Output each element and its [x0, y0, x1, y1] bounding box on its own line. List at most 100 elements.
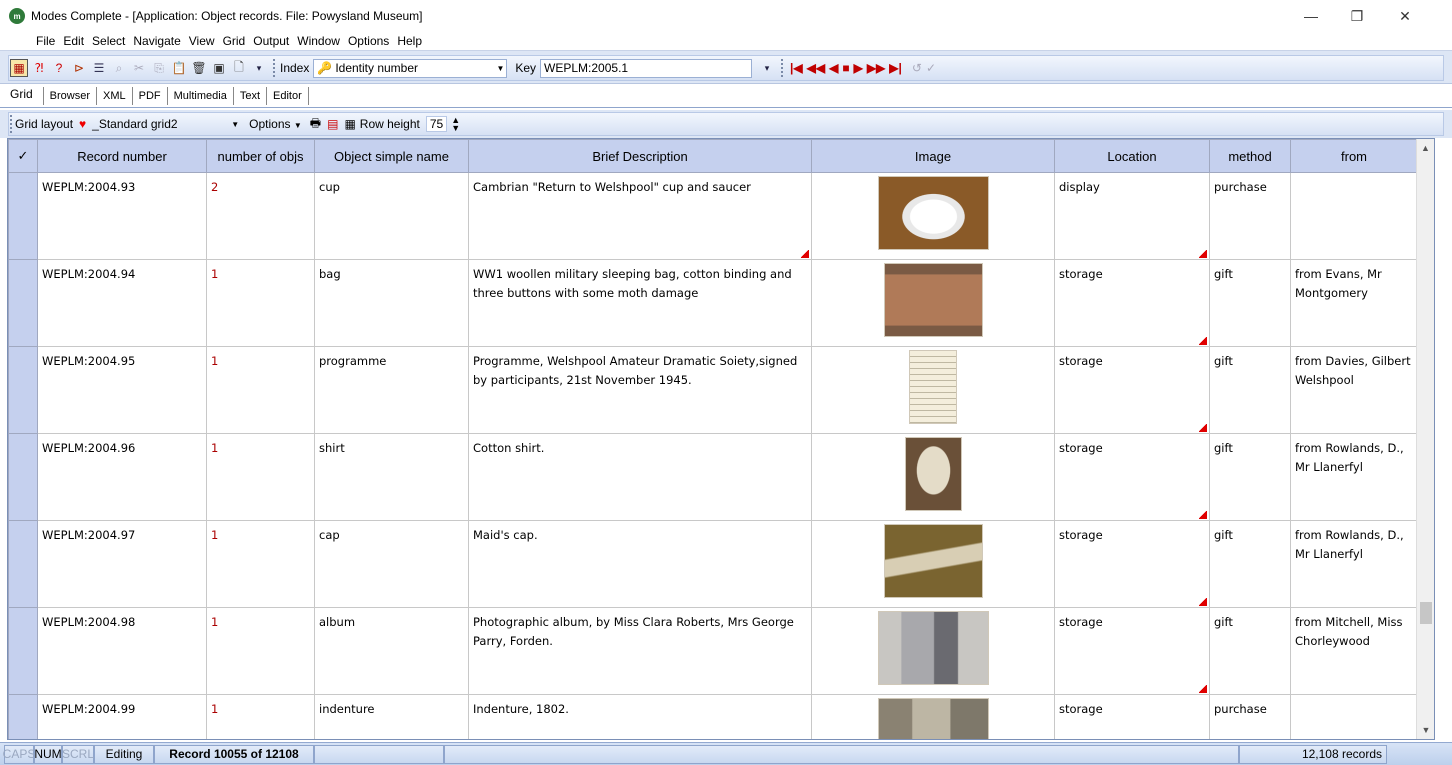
description-cell[interactable]: Cotton shirt. [468, 433, 812, 521]
method-cell[interactable]: purchase [1209, 172, 1291, 260]
menu-select[interactable]: Select [88, 34, 129, 48]
tab-pdf[interactable]: PDF [133, 87, 168, 105]
scroll-up-icon[interactable]: ▲ [1417, 139, 1434, 157]
list-icon[interactable]: ☰ [90, 59, 108, 77]
grid-mode-icon[interactable]: ▦ [10, 59, 28, 77]
tab-xml[interactable]: XML [97, 87, 133, 105]
image-cell[interactable] [811, 520, 1055, 608]
table-row[interactable]: WEPLM:2004.95 1 programme Programme, Wel… [8, 346, 1418, 434]
object-name-cell[interactable]: bag [314, 259, 469, 347]
column-header-location[interactable]: Location [1054, 139, 1210, 173]
search-icon[interactable]: ⌕ [110, 59, 128, 77]
query-icon[interactable]: ? [50, 59, 68, 77]
export-icon[interactable]: ▤ [327, 117, 338, 131]
menu-options[interactable]: Options [344, 34, 393, 48]
record-number-cell[interactable]: WEPLM:2004.96 [37, 433, 207, 521]
first-record-icon[interactable]: |◀ [790, 61, 803, 75]
column-header-record-number[interactable]: Record number [37, 139, 207, 173]
column-header-number-of-objs[interactable]: number of objs [206, 139, 315, 173]
number-of-objs-cell[interactable]: 1 [206, 520, 315, 608]
menu-navigate[interactable]: Navigate [129, 34, 184, 48]
row-selector[interactable] [8, 433, 38, 521]
image-cell[interactable] [811, 433, 1055, 521]
description-cell[interactable]: Photographic album, by Miss Clara Robert… [468, 607, 812, 695]
description-cell[interactable]: WW1 woollen military sleeping bag, cotto… [468, 259, 812, 347]
number-of-objs-cell[interactable]: 1 [206, 346, 315, 434]
number-of-objs-cell[interactable]: 1 [206, 259, 315, 347]
find-icon[interactable]: ⁈ [30, 59, 48, 77]
image-cell[interactable] [811, 259, 1055, 347]
row-height-stepper[interactable]: ▲ ▼ [451, 116, 460, 133]
column-header-method[interactable]: method [1209, 139, 1291, 173]
record-number-cell[interactable]: WEPLM:2004.99 [37, 694, 207, 739]
description-cell[interactable]: Programme, Welshpool Amateur Dramatic So… [468, 346, 812, 434]
last-record-icon[interactable]: ▶| [889, 61, 902, 75]
object-name-cell[interactable]: shirt [314, 433, 469, 521]
row-selector[interactable] [8, 346, 38, 434]
minimize-button[interactable]: — [1288, 0, 1334, 32]
object-name-cell[interactable]: cap [314, 520, 469, 608]
restore-button[interactable]: ❐ [1334, 0, 1380, 32]
method-cell[interactable]: purchase [1209, 694, 1291, 739]
method-cell[interactable]: gift [1209, 259, 1291, 347]
method-cell[interactable]: gift [1209, 520, 1291, 608]
from-cell[interactable]: from Rowlands, D., Mr Llanerfyl [1290, 520, 1418, 608]
from-cell[interactable] [1290, 694, 1418, 739]
object-name-cell[interactable]: cup [314, 172, 469, 260]
number-of-objs-cell[interactable]: 1 [206, 694, 315, 739]
prev-record-icon[interactable]: ◀ [829, 61, 838, 75]
record-number-cell[interactable]: WEPLM:2004.97 [37, 520, 207, 608]
description-cell[interactable]: Maid's cap. [468, 520, 812, 608]
cut-icon[interactable]: ✂ [130, 59, 148, 77]
description-cell[interactable]: Indenture, 1802. [468, 694, 812, 739]
table-row[interactable]: WEPLM:2004.96 1 shirt Cotton shirt. stor… [8, 433, 1418, 521]
options-button[interactable]: Options ▼ [249, 117, 302, 131]
table-row[interactable]: WEPLM:2004.94 1 bag WW1 woollen military… [8, 259, 1418, 347]
location-cell[interactable]: storage [1054, 520, 1210, 608]
key-input[interactable]: WEPLM:2005.1 [540, 58, 753, 78]
image-cell[interactable] [811, 172, 1055, 260]
tab-multimedia[interactable]: Multimedia [168, 87, 234, 105]
menu-file[interactable]: File [32, 34, 59, 48]
tab-editor[interactable]: Editor [267, 87, 309, 105]
row-selector[interactable] [8, 694, 38, 739]
record-number-cell[interactable]: WEPLM:2004.94 [37, 259, 207, 347]
location-cell[interactable]: storage [1054, 433, 1210, 521]
menu-help[interactable]: Help [393, 34, 426, 48]
select-all-header[interactable]: ✓ [8, 139, 38, 173]
tab-grid[interactable]: Grid [4, 84, 43, 105]
method-cell[interactable]: gift [1209, 346, 1291, 434]
menu-window[interactable]: Window [293, 34, 344, 48]
row-selector[interactable] [8, 520, 38, 608]
row-selector[interactable] [8, 172, 38, 260]
index-select[interactable]: 🔑 Identity number ▼ [313, 58, 508, 78]
table-row[interactable]: WEPLM:2004.97 1 cap Maid's cap. storage … [8, 520, 1418, 608]
next-page-icon[interactable]: ▶▶ [867, 61, 885, 75]
record-number-cell[interactable]: WEPLM:2004.95 [37, 346, 207, 434]
from-cell[interactable]: from Rowlands, D., Mr Llanerfyl [1290, 433, 1418, 521]
method-cell[interactable]: gift [1209, 433, 1291, 521]
vertical-scrollbar[interactable]: ▲ ▼ [1416, 139, 1434, 739]
menu-output[interactable]: Output [249, 34, 293, 48]
object-name-cell[interactable]: programme [314, 346, 469, 434]
from-cell[interactable] [1290, 172, 1418, 260]
columns-icon[interactable]: ▦ [344, 117, 355, 131]
new-record-icon[interactable]: 🗋 [230, 59, 248, 77]
prev-page-icon[interactable]: ◀◀ [807, 61, 825, 75]
location-cell[interactable]: storage [1054, 607, 1210, 695]
column-header-object-simple-name[interactable]: Object simple name [314, 139, 469, 173]
object-name-cell[interactable]: album [314, 607, 469, 695]
table-row[interactable]: WEPLM:2004.98 1 album Photographic album… [8, 607, 1418, 695]
column-header-image[interactable]: Image [811, 139, 1055, 173]
undo-icon[interactable]: ↺ [912, 61, 922, 75]
location-cell[interactable]: display [1054, 172, 1210, 260]
image-cell[interactable] [811, 694, 1055, 739]
image-cell[interactable] [811, 607, 1055, 695]
from-cell[interactable]: from Mitchell, Miss Chorleywood [1290, 607, 1418, 695]
from-cell[interactable]: from Davies, Gilbert Welshpool [1290, 346, 1418, 434]
menu-edit[interactable]: Edit [59, 34, 88, 48]
stop-icon[interactable]: ■ [842, 61, 849, 75]
location-cell[interactable]: storage [1054, 259, 1210, 347]
copy-icon[interactable]: ⎘ [150, 59, 168, 77]
row-selector[interactable] [8, 259, 38, 347]
